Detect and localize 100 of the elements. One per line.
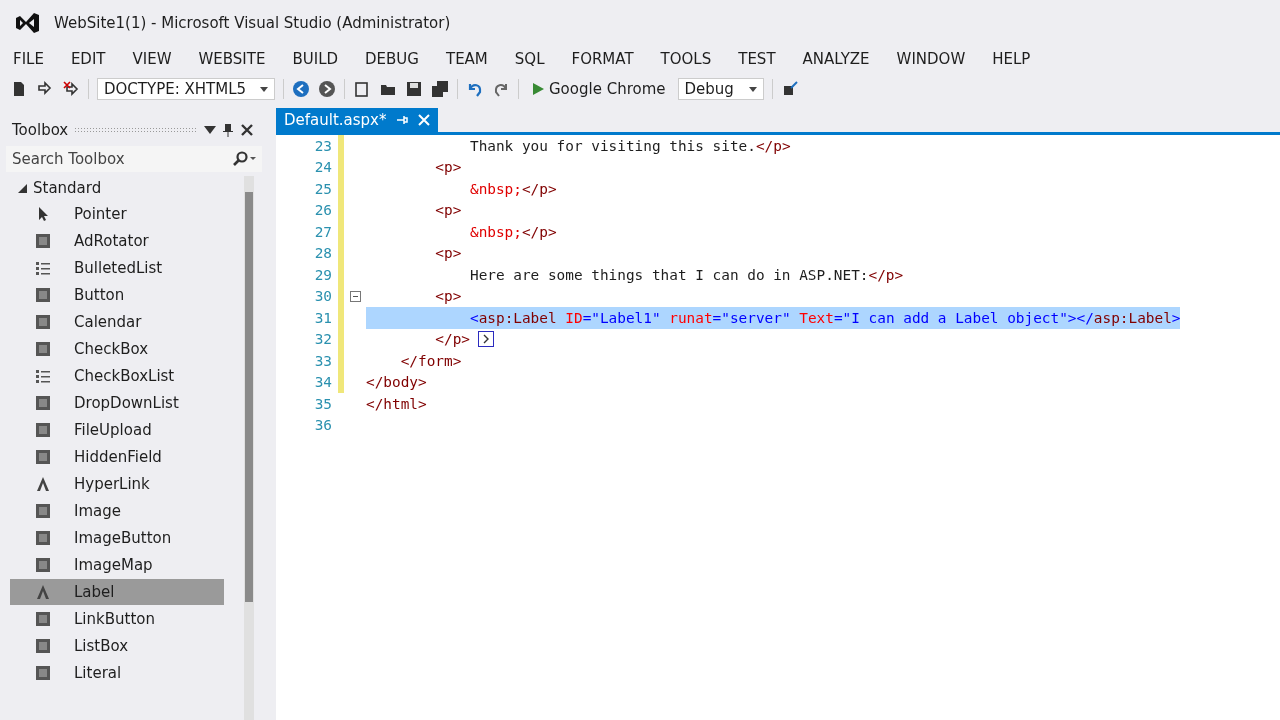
code-line: </body>: [366, 373, 427, 393]
panel-title: Toolbox: [12, 121, 69, 139]
window-title: WebSite1(1) - Microsoft Visual Studio (Administrator): [54, 14, 451, 32]
toolbox-item[interactable]: Pointer: [10, 201, 224, 227]
control-icon: [34, 421, 52, 439]
expander-icon[interactable]: [18, 183, 27, 193]
new-project-icon[interactable]: [353, 80, 371, 98]
menu-item[interactable]: TOOLS: [651, 50, 721, 68]
control-icon: [34, 313, 52, 331]
menu-item[interactable]: HELP: [983, 50, 1040, 68]
app-logo-icon: [14, 11, 40, 35]
line-number: 34: [313, 374, 332, 391]
code-line: </html>: [366, 394, 427, 414]
search-field[interactable]: Search Toolbox: [6, 146, 232, 172]
save-all-icon[interactable]: [431, 80, 449, 98]
menu-item[interactable]: VIEW: [123, 50, 181, 68]
toolbox-item[interactable]: CheckBox: [10, 336, 224, 362]
scrollbar[interactable]: [244, 176, 254, 720]
group-header[interactable]: Standard: [0, 176, 244, 200]
code-line: <p>: [434, 244, 462, 264]
code-line: <p>: [434, 201, 462, 221]
back-icon[interactable]: [292, 80, 310, 98]
control-icon: [34, 340, 52, 358]
toolbox-item[interactable]: ListBox: [10, 633, 224, 659]
code-line: Thank you for visiting this site.</p>: [468, 136, 791, 156]
unlink-icon[interactable]: [62, 80, 80, 98]
collapse-icon[interactable]: [349, 290, 361, 302]
menu-item[interactable]: DEBUG: [356, 50, 428, 68]
control-icon: [34, 529, 52, 547]
toolbox-item[interactable]: AdRotator: [10, 228, 224, 254]
line-number: 23: [313, 137, 332, 154]
toolbox-item[interactable]: Label: [10, 579, 224, 605]
run-button[interactable]: Google Chrome: [527, 78, 670, 100]
line-number: 36: [313, 417, 332, 434]
toolbox-item[interactable]: ImageButton: [10, 525, 224, 551]
line-number: 33: [313, 352, 332, 369]
smart-tag-icon[interactable]: [477, 331, 494, 348]
toolbox-item[interactable]: CheckBoxList: [10, 363, 224, 389]
play-icon: [531, 82, 545, 96]
toolbox-item[interactable]: BulletedList: [10, 255, 224, 281]
code-line: </p>: [434, 330, 470, 350]
line-number: 35: [313, 395, 332, 412]
control-icon: [34, 664, 52, 682]
save-icon[interactable]: [405, 80, 423, 98]
scrollbar-thumb[interactable]: [245, 192, 253, 602]
toolbox-item[interactable]: ImageMap: [10, 552, 224, 578]
toolbox-item[interactable]: HiddenField: [10, 444, 224, 470]
toolbox-item[interactable]: HyperLink: [10, 471, 224, 497]
code-line: &nbsp;</p>: [468, 179, 557, 199]
toolbox-item[interactable]: DropDownList: [10, 390, 224, 416]
code-line: </form>: [399, 351, 462, 371]
line-number: 29: [313, 266, 332, 283]
line-number: 28: [313, 245, 332, 262]
control-icon: [34, 502, 52, 520]
line-number: 27: [313, 223, 332, 240]
control-icon: [34, 556, 52, 574]
line-number: 25: [313, 180, 332, 197]
menu-item[interactable]: TEAM: [436, 50, 497, 68]
line-number: 30: [313, 288, 332, 305]
line-number: 32: [313, 331, 332, 348]
toolbox-item[interactable]: LinkButton: [10, 606, 224, 632]
doctype-dropdown[interactable]: DOCTYPE: XHTML5: [97, 78, 275, 100]
menu-item[interactable]: WEBSITE: [189, 50, 275, 68]
menu-item[interactable]: EDIT: [61, 50, 115, 68]
forward-icon[interactable]: [318, 80, 336, 98]
menu-item[interactable]: ANALYZE: [793, 50, 879, 68]
control-icon: [34, 232, 52, 250]
toolbox-item[interactable]: Calendar: [10, 309, 224, 335]
link-icon[interactable]: [36, 80, 54, 98]
list-icon: [34, 367, 52, 385]
toolbox-item[interactable]: FileUpload: [10, 417, 224, 443]
control-icon: [34, 394, 52, 412]
dropdown-icon[interactable]: [204, 126, 216, 134]
menu-item[interactable]: WINDOW: [887, 50, 975, 68]
code-line: &nbsp;</p>: [468, 222, 557, 242]
caret-icon[interactable]: [748, 86, 757, 92]
menu-item[interactable]: TEST: [729, 50, 785, 68]
code-line: <p>: [434, 158, 462, 178]
code-line: Here are some things that I can do in ASP.NET:</p>: [468, 265, 904, 285]
line-number: 31: [313, 309, 332, 326]
menu-item[interactable]: SQL: [505, 50, 554, 68]
line-number: 26: [313, 202, 332, 219]
toolbox-item[interactable]: Image: [10, 498, 224, 524]
menu-item[interactable]: BUILD: [283, 50, 348, 68]
control-icon: [34, 610, 52, 628]
search-icon[interactable]: [232, 146, 262, 172]
control-icon: [34, 637, 52, 655]
code-line: <p>: [434, 287, 462, 307]
control-icon: [34, 286, 52, 304]
configuration-dropdown[interactable]: Debug: [677, 78, 764, 100]
line-number: 24: [313, 159, 332, 176]
close-icon[interactable]: [240, 123, 254, 137]
toolbox-item[interactable]: Button: [10, 282, 224, 308]
pin-icon[interactable]: [222, 123, 234, 137]
toolbox-item[interactable]: Literal: [10, 660, 224, 686]
menu-item[interactable]: FORMAT: [562, 50, 643, 68]
control-icon: [34, 448, 52, 466]
caret-icon[interactable]: [260, 86, 268, 92]
menu-item[interactable]: FILE: [4, 50, 53, 68]
list-icon: [34, 259, 52, 277]
